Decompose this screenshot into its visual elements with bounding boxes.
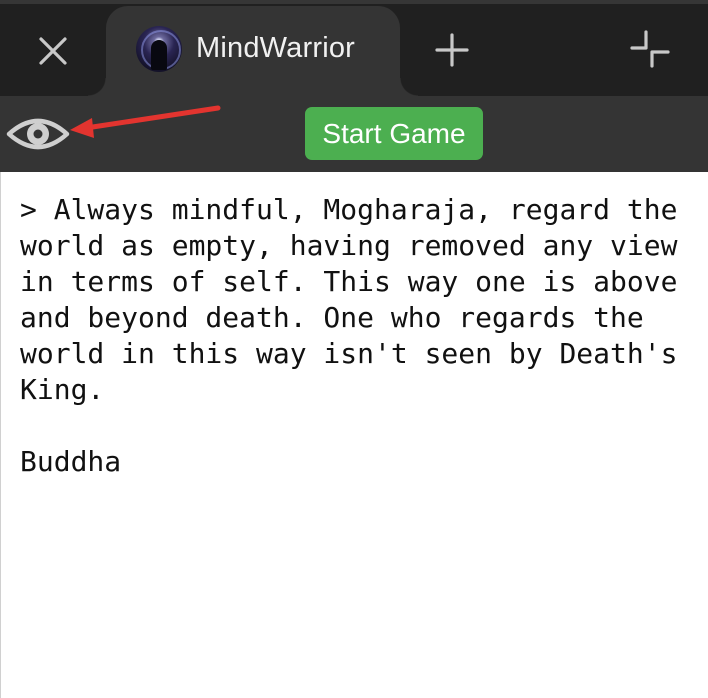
quote-text: > Always mindful, Mogharaja, regard the … bbox=[20, 193, 695, 406]
quote-attribution: Buddha bbox=[20, 445, 122, 478]
toggle-visibility-button[interactable] bbox=[6, 114, 70, 154]
start-game-button[interactable]: Start Game bbox=[305, 107, 483, 160]
console-panel: > Always mindful, Mogharaja, regard the … bbox=[0, 172, 708, 698]
minimize-corner-icon bbox=[630, 30, 670, 68]
new-tab-button[interactable] bbox=[430, 30, 474, 70]
tab-title: MindWarrior bbox=[196, 32, 356, 64]
tab-bar: MindWarrior bbox=[0, 0, 708, 96]
minimize-button[interactable] bbox=[630, 30, 674, 70]
eye-icon bbox=[6, 118, 70, 150]
tab-mindwarrior[interactable]: MindWarrior bbox=[88, 6, 418, 96]
annotation-arrow bbox=[70, 105, 221, 138]
mind-warrior-favicon-icon bbox=[136, 26, 182, 72]
plus-icon bbox=[435, 33, 469, 67]
tab-bar-top-edge bbox=[0, 0, 708, 4]
close-tab-button[interactable] bbox=[34, 32, 72, 70]
close-icon bbox=[39, 37, 67, 65]
